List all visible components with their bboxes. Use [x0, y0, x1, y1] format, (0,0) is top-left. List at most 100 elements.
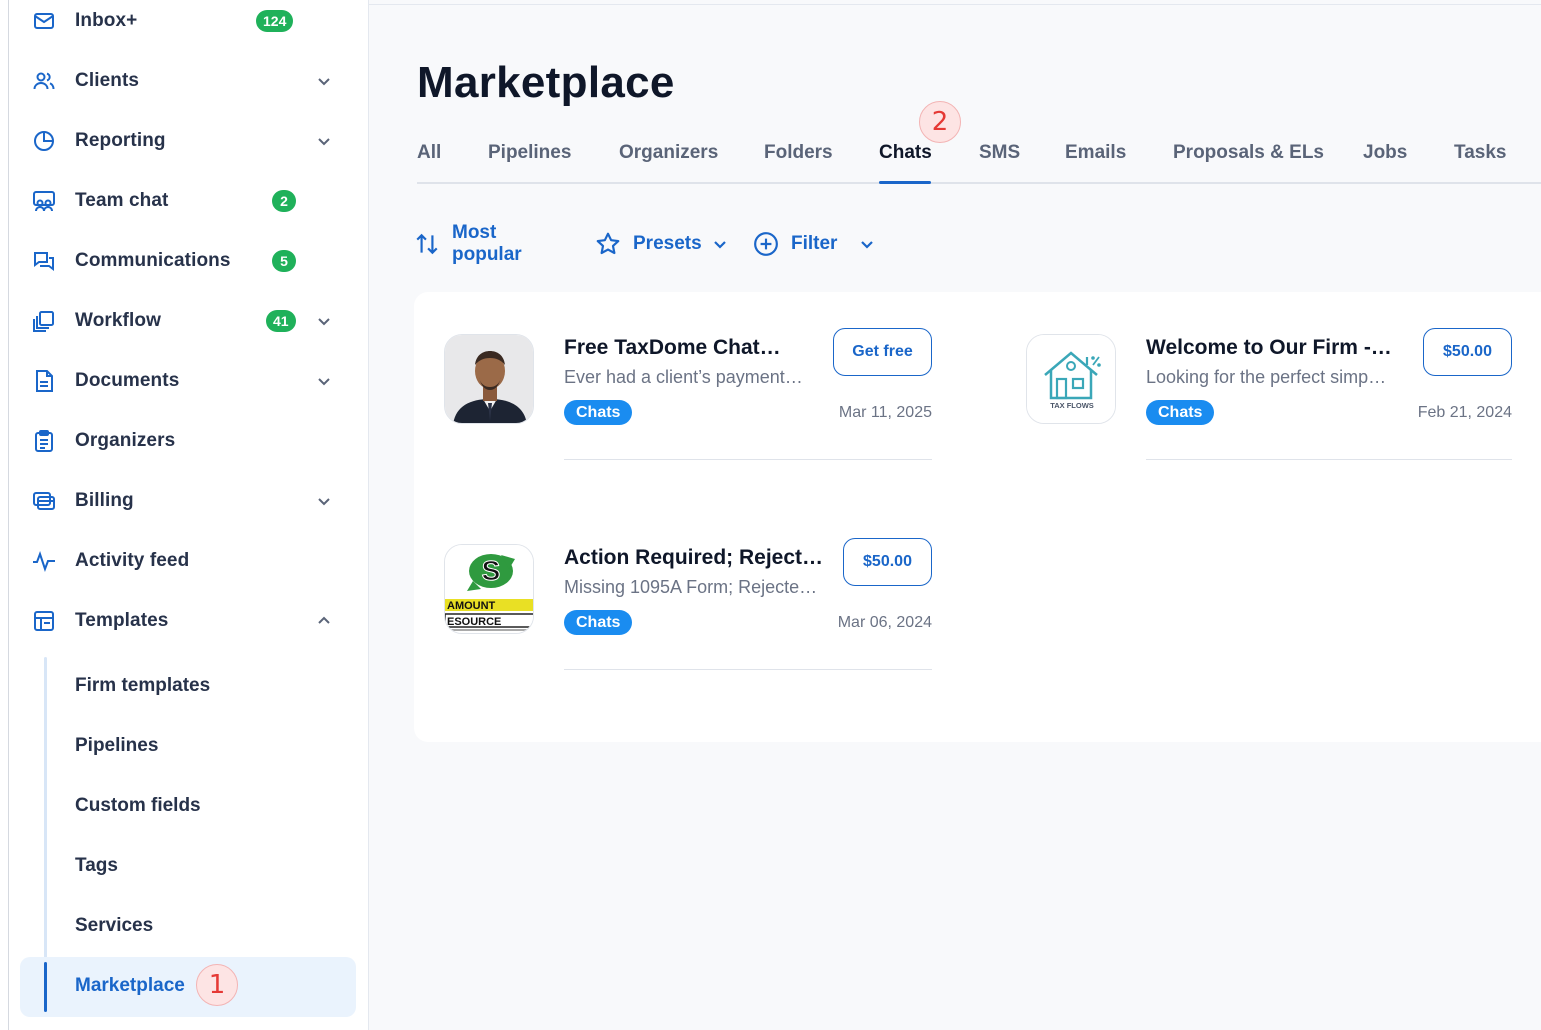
filter-button[interactable]: Filter [753, 228, 875, 260]
card-divider [564, 669, 932, 670]
sidebar-subitem-marketplace[interactable]: Marketplace [20, 957, 356, 1017]
sidebar-item-documents[interactable]: Documents [20, 357, 356, 405]
marketplace-card[interactable]: S AMOUNT ESOURCE Action Required; Reject… [444, 538, 932, 714]
sidebar-item-organizers[interactable]: Organizers [20, 417, 356, 465]
sidebar-item-label: Team chat [75, 190, 169, 211]
document-icon [32, 369, 56, 393]
buy-price-button[interactable]: $50.00 [843, 538, 932, 586]
tab-proposals-els[interactable]: Proposals & ELs [1173, 142, 1324, 164]
mail-icon [32, 9, 56, 33]
svg-text:S: S [482, 555, 501, 586]
category-chip: Chats [564, 610, 633, 635]
tab-sms[interactable]: SMS [979, 142, 1020, 164]
plus-circle-icon [753, 231, 779, 257]
tab-folders[interactable]: Folders [764, 142, 833, 164]
card-description: Ever had a client’s payment… [564, 367, 803, 387]
sidebar-item-communications[interactable]: Communications 5 [20, 237, 356, 285]
card-title: Action Required; Reject… [564, 546, 824, 569]
sidebar-item-workflow[interactable]: Workflow 41 [20, 297, 356, 345]
sidebar-item-label: Reporting [75, 130, 166, 151]
sidebar-item-label: Clients [75, 70, 140, 91]
card-divider [1146, 459, 1512, 460]
sidebar-item-label: Activity feed [75, 550, 190, 571]
tab-organizers[interactable]: Organizers [619, 142, 718, 164]
sidebar-subitem-pipelines[interactable]: Pipelines [20, 717, 356, 777]
sidebar-subitem-tags[interactable]: Tags [20, 837, 356, 897]
sidebar-item-activity-feed[interactable]: Activity feed [20, 537, 356, 585]
sidebar-subitem-label: Services [75, 915, 154, 936]
sort-label: Most popular [452, 222, 522, 265]
filter-label: Filter [791, 233, 838, 254]
get-free-button[interactable]: Get free [833, 328, 932, 376]
card-description: Missing 1095A Form; Rejecte… [564, 577, 818, 597]
chevron-down-icon[interactable] [316, 373, 332, 389]
chevron-down-icon[interactable] [316, 73, 332, 89]
tab-emails[interactable]: Emails [1065, 142, 1126, 164]
sidebar-item-label: Templates [75, 610, 169, 631]
templates-icon [32, 609, 56, 633]
star-icon [595, 231, 621, 257]
card-title: Free TaxDome Chat… [564, 336, 781, 359]
tab-chats[interactable]: Chats [879, 142, 932, 164]
chat-bubbles-icon [32, 249, 56, 273]
communications-count-badge: 5 [272, 250, 296, 272]
paramount-resources-logo: S AMOUNT ESOURCE [444, 544, 534, 634]
sidebar-subitem-label: Pipelines [75, 735, 159, 756]
sidebar-item-label: Communications [75, 250, 231, 271]
chevron-down-icon[interactable] [316, 133, 332, 149]
sidebar-item-templates[interactable]: Templates [20, 597, 356, 645]
chevron-down-icon [712, 236, 728, 252]
page-title: Marketplace [417, 58, 675, 107]
sort-arrows-icon [414, 231, 440, 257]
presets-label: Presets [633, 233, 702, 254]
tax-flows-logo-text: TAX FLOWS [1050, 401, 1094, 410]
author-photo [444, 334, 534, 424]
sidebar-subitem-label: Tags [75, 855, 118, 876]
clipboard-icon [32, 429, 56, 453]
tab-jobs[interactable]: Jobs [1363, 142, 1407, 164]
sidebar-subitem-label: Marketplace [75, 975, 185, 996]
logo-text-bottom: ESOURCE [447, 616, 501, 628]
chevron-down-icon[interactable] [316, 493, 332, 509]
chevron-down-icon[interactable] [316, 313, 332, 329]
team-chat-count-badge: 2 [272, 190, 296, 212]
sidebar-item-label: Documents [75, 370, 180, 391]
sidebar-subitem-services[interactable]: Services [20, 897, 356, 957]
annotation-marker-2: 2 [919, 101, 961, 143]
sidebar-item-reporting[interactable]: Reporting [20, 117, 356, 165]
sidebar-subitem-firm-templates[interactable]: Firm templates [20, 657, 356, 717]
sidebar-item-label: Workflow [75, 310, 161, 331]
marketplace-card[interactable]: TAX FLOWS Welcome to Our Firm -… Looking… [1026, 328, 1512, 504]
sidebar: Inbox+ 124 Clients Reporting Team chat 2… [0, 0, 369, 1030]
inbox-count-badge: 124 [256, 10, 294, 32]
sidebar-item-clients[interactable]: Clients [20, 57, 356, 105]
category-chip: Chats [1146, 400, 1215, 425]
chevron-down-icon [859, 236, 875, 252]
sidebar-subitem-custom-fields[interactable]: Custom fields [20, 777, 356, 837]
tax-flows-logo: TAX FLOWS [1026, 334, 1116, 424]
card-date: Mar 06, 2024 [837, 614, 932, 631]
sidebar-item-billing[interactable]: Billing [20, 477, 356, 525]
sort-button[interactable]: Most popular [414, 222, 522, 265]
workflow-icon [32, 309, 56, 333]
billing-icon [32, 489, 56, 513]
activity-icon [32, 549, 56, 573]
category-chip: Chats [564, 400, 633, 425]
tab-tasks[interactable]: Tasks [1454, 142, 1506, 164]
logo-text-top: AMOUNT [447, 600, 496, 612]
card-divider [564, 459, 932, 460]
chevron-up-icon[interactable] [316, 613, 332, 629]
sidebar-item-team-chat[interactable]: Team chat 2 [20, 177, 356, 225]
marketplace-card[interactable]: Free TaxDome Chat… Ever had a client’s p… [444, 328, 932, 504]
card-title: Welcome to Our Firm -… [1146, 336, 1392, 359]
sidebar-item-inbox[interactable]: Inbox+ 124 [20, 0, 356, 45]
tab-pipelines[interactable]: Pipelines [488, 142, 571, 164]
buy-price-button[interactable]: $50.00 [1423, 328, 1512, 376]
sidebar-subitem-label: Firm templates [75, 675, 211, 696]
active-tab-underline [879, 181, 931, 184]
presets-button[interactable]: Presets [595, 228, 728, 260]
sidebar-item-label: Organizers [75, 430, 176, 451]
annotation-marker-1: 1 [196, 964, 238, 1006]
tab-all[interactable]: All [417, 142, 441, 164]
card-description: Looking for the perfect simp… [1146, 367, 1387, 387]
